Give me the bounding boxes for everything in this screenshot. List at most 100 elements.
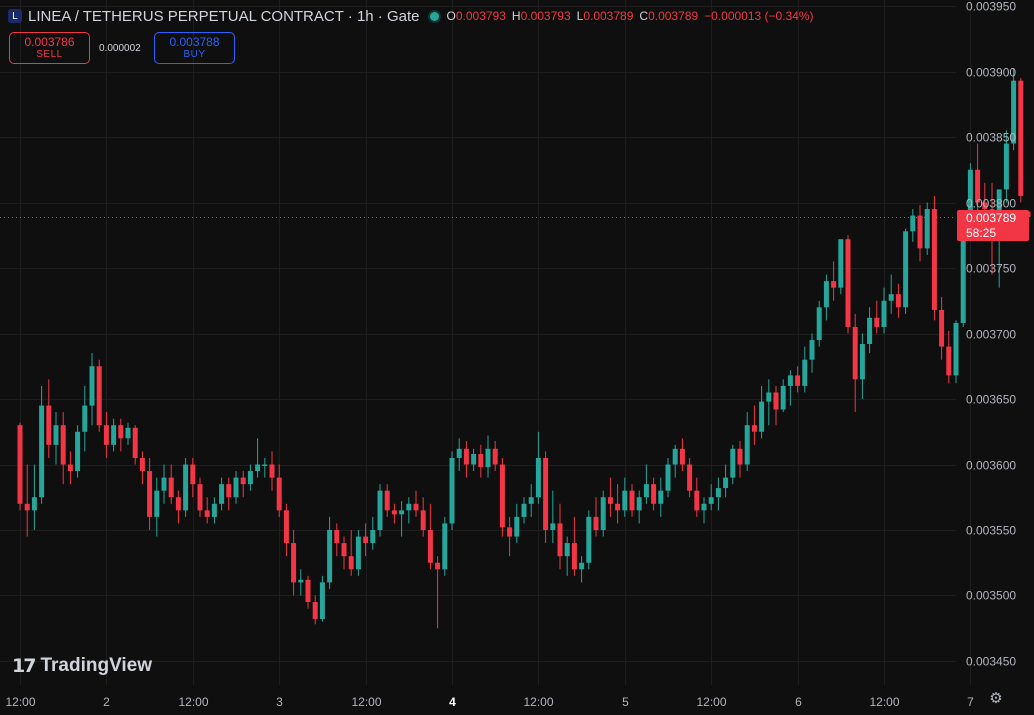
candle-body — [363, 536, 369, 544]
price-axis[interactable]: 0.003950 0.003900 0.003850 0.003800 0.003750… — [966, 0, 1016, 669]
candlestick-chart[interactable]: 0.003950 0.003900 0.003850 0.003800 0.003750… — [0, 0, 1034, 715]
candle-body — [557, 523, 563, 557]
candle-body — [276, 477, 282, 511]
candle-body — [420, 510, 426, 530]
price-tick-label: 0.003750 — [966, 262, 1016, 276]
symbol-title[interactable]: LINEA / TETHERUS PERPETUAL CONTRACT · 1h… — [28, 8, 420, 25]
candle-body — [550, 523, 556, 530]
sell-label: SELL — [36, 49, 63, 60]
candle-body — [924, 209, 930, 249]
candle-body — [435, 562, 441, 570]
chart-grid — [0, 0, 971, 685]
candle-body — [672, 448, 678, 465]
candle-body — [831, 281, 837, 288]
candle-body — [319, 582, 325, 620]
market-status-icon — [429, 11, 439, 21]
candle-body — [240, 477, 246, 485]
candle-body — [161, 477, 167, 491]
spread-value: 0.000002 — [99, 43, 141, 54]
candle-body — [139, 457, 145, 472]
candle-body — [17, 425, 23, 504]
tradingview-logo[interactable]: 17 TradingView — [12, 655, 152, 677]
price-tick-label: 0.003600 — [966, 459, 1016, 473]
candle-body — [579, 562, 585, 570]
candle-body — [723, 477, 729, 489]
tradingview-mark-icon: 17 — [12, 655, 36, 677]
candle-body — [384, 490, 390, 511]
candle-body — [247, 471, 253, 485]
candle-body — [593, 516, 599, 530]
symbol-logo-icon[interactable]: L — [8, 9, 22, 23]
candle-body — [643, 484, 649, 498]
candle-body — [773, 392, 779, 410]
candle-body — [622, 490, 628, 511]
candle-body — [96, 366, 102, 426]
time-tick-label: 12:00 — [351, 695, 381, 709]
candle-body — [802, 359, 808, 386]
candle-body — [312, 602, 318, 620]
candle-body — [118, 425, 124, 439]
last-price-value: 0.003789 — [966, 211, 1017, 225]
buy-button[interactable]: 0.003788 BUY — [154, 32, 235, 64]
candle-body — [60, 425, 66, 465]
open-label: O — [446, 9, 456, 23]
candle-body — [665, 464, 671, 491]
candle-body — [233, 477, 239, 498]
candle-body — [514, 516, 520, 537]
candle-body — [341, 543, 347, 557]
candle-body — [751, 425, 757, 432]
tradingview-wordmark: TradingView — [40, 655, 153, 676]
candle-body — [111, 425, 117, 445]
time-axis[interactable]: 12:00212:00312:00412:00512:00612:00712:0… — [5, 695, 1034, 709]
time-tick-label: 12:00 — [869, 695, 899, 709]
time-tick-label: 5 — [622, 695, 629, 709]
candle-body — [31, 497, 37, 511]
time-tick-label: 12:00 — [178, 695, 208, 709]
price-tick-label: 0.003700 — [966, 328, 1016, 342]
gear-icon[interactable]: ⚙ — [988, 691, 1004, 707]
candle-body — [226, 484, 232, 498]
candle-body — [147, 471, 153, 517]
candle-body — [442, 523, 448, 570]
candle-body — [543, 457, 549, 530]
last-price-tag: 0.003789 58:25 — [957, 210, 1029, 241]
candle-body — [499, 464, 505, 528]
candle-body — [607, 497, 613, 504]
time-tick-label: 2 — [103, 695, 110, 709]
candle-body — [89, 366, 95, 406]
candle-body — [823, 281, 829, 308]
candle-body — [953, 323, 959, 376]
candle-body — [75, 431, 81, 472]
candle-body — [636, 497, 642, 511]
candle-body — [651, 484, 657, 504]
candle-body — [370, 530, 376, 544]
candle-body — [586, 516, 592, 563]
candle-body — [845, 239, 851, 327]
time-tick-label: 3 — [276, 695, 283, 709]
candle-body — [679, 448, 685, 465]
candle-body — [125, 427, 131, 439]
high-value: 0.003793 — [520, 9, 571, 23]
candle-body — [730, 448, 736, 478]
candle-body — [715, 488, 721, 498]
candle-body — [427, 530, 433, 563]
candle-body — [305, 579, 311, 603]
candle-body — [571, 543, 577, 570]
price-tick-label: 0.003500 — [966, 589, 1016, 603]
candle-body — [780, 385, 786, 410]
candle-body — [154, 490, 160, 517]
candle-body — [759, 401, 765, 432]
sell-button[interactable]: 0.003786 SELL — [9, 32, 90, 64]
candle-body — [355, 536, 361, 570]
candle-body — [881, 300, 887, 327]
candle-body — [888, 294, 894, 301]
candle-body — [658, 490, 664, 504]
candle-body — [46, 405, 52, 445]
low-value: 0.003789 — [583, 9, 634, 23]
price-tick-label: 0.003800 — [966, 197, 1016, 211]
price-tick-label: 0.003900 — [966, 66, 1016, 80]
candle-body — [255, 464, 261, 472]
candle-body — [348, 556, 354, 570]
candle-body — [708, 497, 714, 504]
open-value: 0.003793 — [455, 9, 506, 23]
